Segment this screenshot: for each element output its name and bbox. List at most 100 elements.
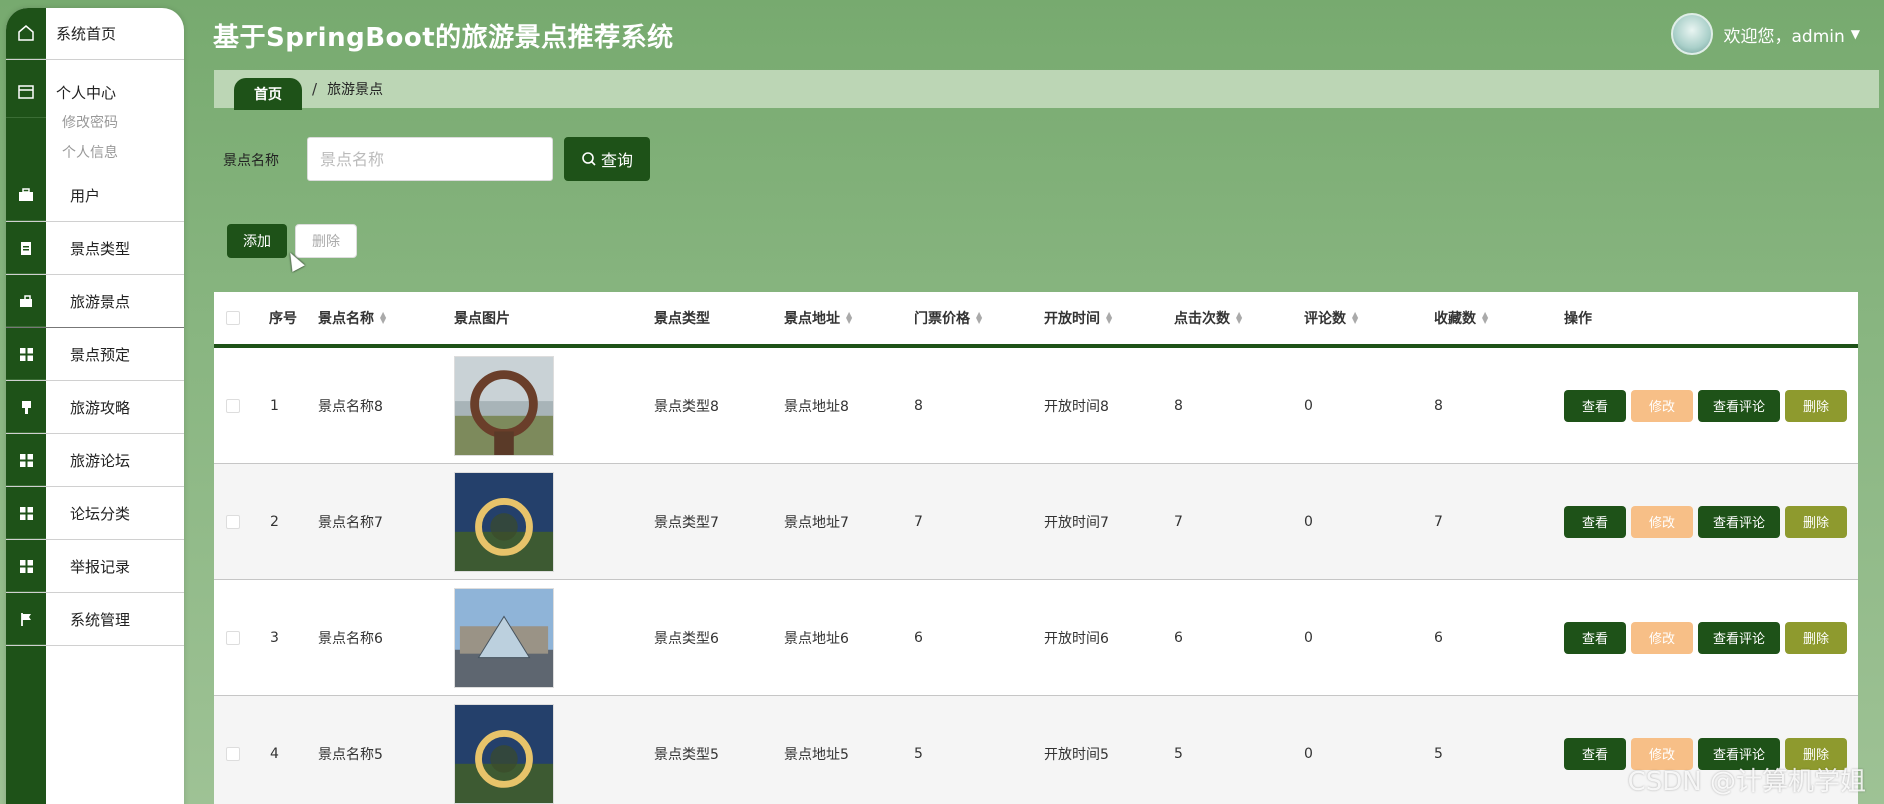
row-checkbox[interactable]: [226, 398, 240, 413]
spot-thumbnail: [454, 587, 554, 688]
cell-address: 景点地址5: [784, 746, 849, 763]
cell-type: 景点类型5: [654, 746, 719, 763]
sidebar-item-home[interactable]: 系统首页: [6, 8, 184, 60]
header-name[interactable]: 景点名称 ▲ ▼: [318, 292, 386, 344]
sidebar-item-label: 个人中心: [56, 83, 117, 102]
cell-image: [454, 348, 554, 463]
table-row: 1 景点名称8 景点类型8 景点地址8 8 开放时间8 8 0 8 查看 修改 …: [214, 348, 1858, 464]
cell-price: 7: [914, 513, 923, 530]
view-button[interactable]: 查看: [1564, 737, 1627, 770]
flag-icon: [6, 594, 46, 645]
submenu-personal-info[interactable]: 个人信息: [62, 142, 118, 162]
view-comments-button[interactable]: 查看评论: [1698, 621, 1781, 654]
cell-index: 3: [270, 629, 279, 646]
sidebar-item-label: 举报记录: [70, 558, 131, 576]
header-type: 景点类型: [654, 311, 710, 327]
sidebar-item-forum-categories[interactable]: 论坛分类: [6, 488, 184, 540]
edit-button[interactable]: 修改: [1631, 621, 1694, 654]
spot-thumbnail: [454, 703, 554, 804]
sidebar-item-users[interactable]: 用户: [6, 170, 184, 222]
cell-name: 景点名称7: [318, 514, 383, 531]
delete-button[interactable]: 删除: [1785, 621, 1848, 654]
sidebar-item-label: 旅游攻略: [70, 399, 131, 417]
cell-favorites: 7: [1434, 513, 1443, 530]
cell-open-time: 开放时间5: [1044, 746, 1109, 763]
cell-open-time: 开放时间6: [1044, 630, 1109, 647]
breadcrumb-home[interactable]: 首页: [234, 78, 302, 110]
sidebar-item-spots[interactable]: 旅游景点: [6, 276, 184, 328]
header-clicks[interactable]: 点击次数 ▲ ▼: [1174, 292, 1242, 344]
cell-image: [454, 580, 554, 695]
header-comments[interactable]: 评论数 ▲ ▼: [1304, 292, 1358, 344]
sidebar-item-guides[interactable]: 旅游攻略: [6, 382, 184, 434]
header-favorites[interactable]: 收藏数 ▲ ▼: [1434, 292, 1488, 344]
delete-button[interactable]: 删除: [1785, 389, 1848, 422]
view-comments-button[interactable]: 查看评论: [1698, 389, 1781, 422]
search-input[interactable]: [307, 137, 553, 181]
bulk-delete-button[interactable]: 删除: [295, 224, 357, 258]
cell-clicks: 8: [1174, 397, 1183, 414]
sidebar-item-spot-types[interactable]: 景点类型: [6, 223, 184, 275]
header-price[interactable]: 门票价格 ▲ ▼: [914, 292, 982, 344]
cell-open-time: 开放时间8: [1044, 398, 1109, 415]
cell-type: 景点类型8: [654, 398, 719, 415]
sidebar-item-label: 景点类型: [70, 240, 131, 258]
header-index: 序号: [269, 311, 297, 327]
sidebar-item-system[interactable]: 系统管理: [6, 594, 184, 646]
add-button[interactable]: 添加: [227, 224, 287, 258]
cell-price: 6: [914, 629, 923, 646]
sidebar-item-label: 用户: [70, 187, 101, 205]
user-menu[interactable]: 欢迎您，admin ▼: [1671, 12, 1860, 56]
watermark: CSDN @计算机学姐: [1627, 767, 1866, 797]
sidebar-item-personal[interactable]: 个人中心: [6, 66, 184, 118]
cell-index: 2: [270, 513, 279, 530]
sidebar-item-forum[interactable]: 旅游论坛: [6, 435, 184, 487]
view-comments-button[interactable]: 查看评论: [1698, 505, 1781, 538]
search-button[interactable]: 查询: [564, 137, 650, 181]
header-open-time[interactable]: 开放时间 ▲ ▼: [1044, 292, 1112, 344]
edit-button[interactable]: 修改: [1631, 389, 1694, 422]
cell-index: 4: [270, 745, 279, 762]
cell-favorites: 5: [1434, 745, 1443, 762]
delete-button[interactable]: 删除: [1785, 505, 1848, 538]
search-icon: [582, 152, 596, 166]
cell-image: [454, 696, 554, 804]
cell-favorites: 8: [1434, 397, 1443, 414]
sidebar-item-booking[interactable]: 景点预定: [6, 329, 184, 381]
view-button[interactable]: 查看: [1564, 505, 1627, 538]
window-icon: [6, 66, 46, 118]
cell-price: 5: [914, 745, 923, 762]
breadcrumb-separator: /: [312, 80, 318, 98]
cell-name: 景点名称5: [318, 746, 383, 763]
brush-icon: [6, 382, 46, 433]
cell-image: [454, 464, 554, 579]
user-greeting: 欢迎您，admin: [1723, 26, 1845, 47]
cell-clicks: 7: [1174, 513, 1183, 530]
sidebar-item-reports[interactable]: 举报记录: [6, 541, 184, 593]
cell-comments: 0: [1304, 513, 1313, 530]
view-button[interactable]: 查看: [1564, 389, 1627, 422]
cell-name: 景点名称8: [318, 398, 383, 415]
cell-address: 景点地址7: [784, 514, 849, 531]
table-header: 序号 景点名称 ▲ ▼ 景点图片 景点类型 景点地址 ▲ ▼ 门票价格 ▲ ▼ 开放时间 ▲ ▼…: [214, 292, 1858, 348]
sort-icon: ▲ ▼: [976, 310, 983, 325]
sort-icon: ▲ ▼: [1482, 310, 1489, 325]
spot-thumbnail: [454, 355, 554, 456]
cell-type: 景点类型6: [654, 630, 719, 647]
breadcrumb: 首页 / 旅游景点: [214, 70, 1879, 110]
edit-button[interactable]: 修改: [1631, 505, 1694, 538]
spot-thumbnail: [454, 471, 554, 572]
submenu-change-password[interactable]: 修改密码: [62, 112, 118, 132]
grid-icon: [6, 541, 46, 592]
view-button[interactable]: 查看: [1564, 621, 1627, 654]
select-all-checkbox[interactable]: [226, 311, 240, 325]
cell-comments: 0: [1304, 629, 1313, 646]
sidebar-item-label: 系统首页: [56, 25, 117, 43]
header-address[interactable]: 景点地址 ▲ ▼: [784, 292, 852, 344]
cell-address: 景点地址6: [784, 630, 849, 647]
cell-name: 景点名称6: [318, 630, 383, 647]
cell-actions: 查看 修改 查看评论 删除: [1564, 348, 1852, 463]
row-checkbox[interactable]: [226, 514, 240, 529]
row-checkbox[interactable]: [226, 630, 240, 645]
row-checkbox[interactable]: [226, 746, 240, 761]
